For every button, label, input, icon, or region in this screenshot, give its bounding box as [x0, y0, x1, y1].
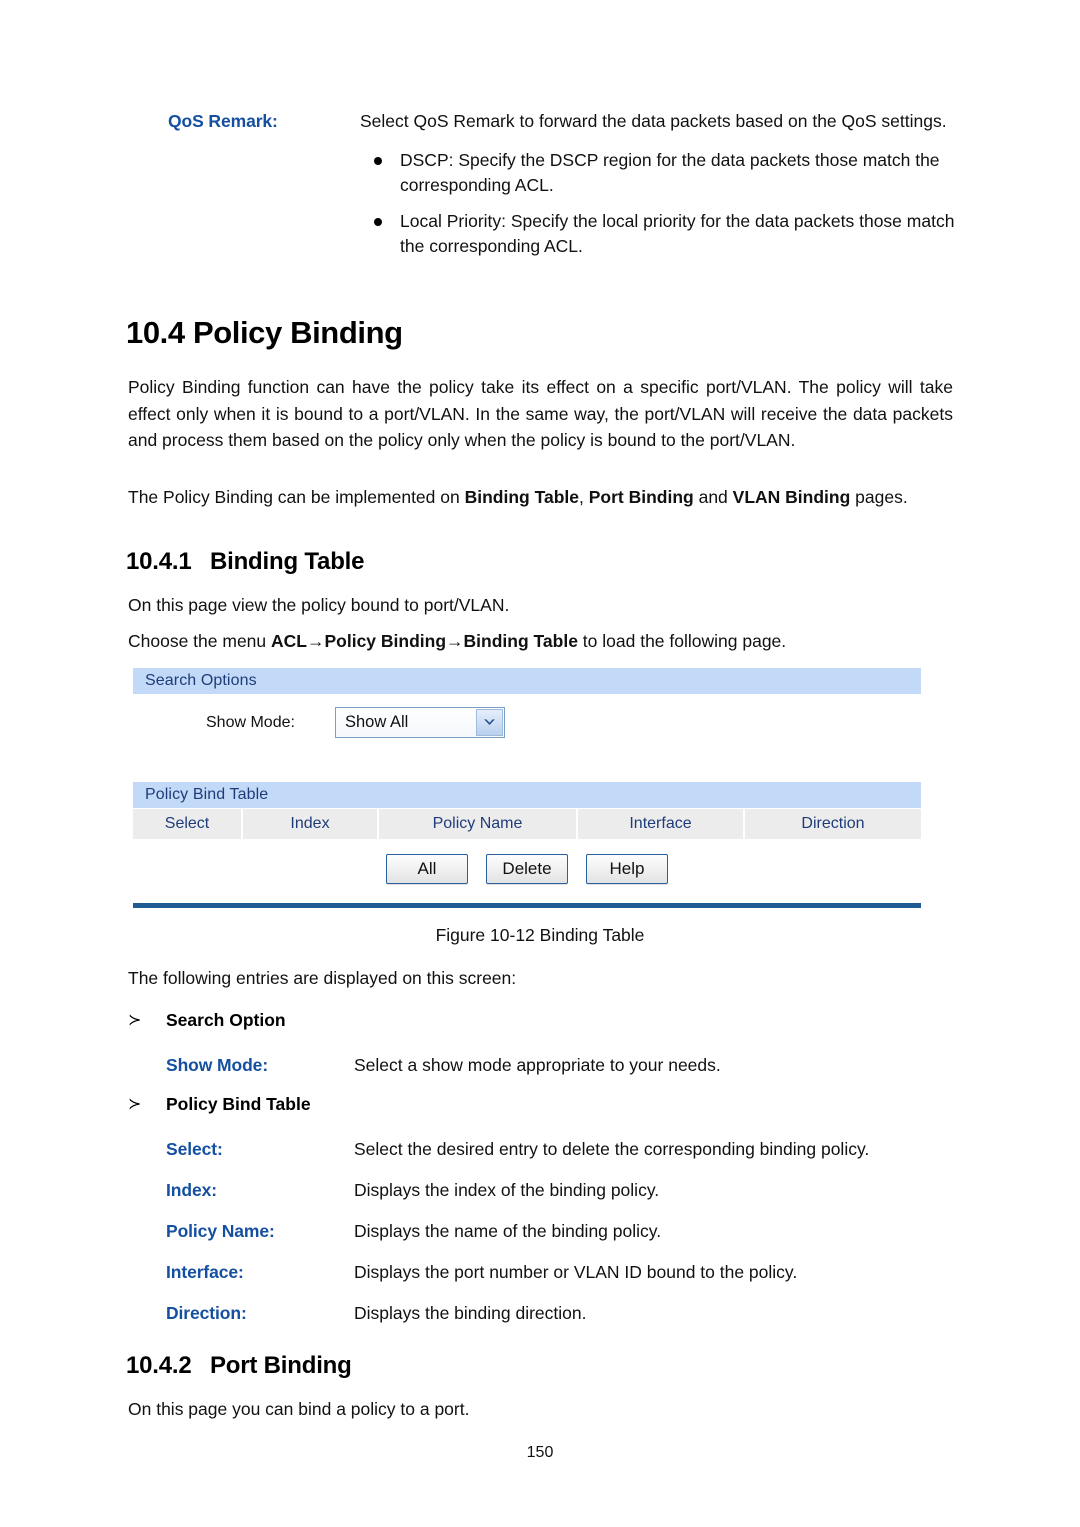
page-number: 150 [526, 1444, 554, 1461]
device-ui-screenshot: Search Options Show Mode: Show All Polic… [133, 668, 921, 908]
bullet-text: Local Priority: Specify the local priori… [400, 211, 955, 256]
arrow-marker-icon: ≻ [128, 1012, 142, 1029]
delete-button[interactable]: Delete [486, 854, 568, 884]
help-button[interactable]: Help [586, 854, 668, 884]
impl-text-e: and [693, 487, 733, 507]
subsection-title: Binding Table [210, 548, 365, 575]
implemented-on-paragraph: The Policy Binding can be implemented on… [128, 484, 954, 511]
column-header-policy-name[interactable]: Policy Name [379, 809, 578, 839]
menu-path-paragraph: Choose the menu ACL→Policy Binding→Bindi… [128, 628, 786, 655]
column-header-interface[interactable]: Interface [578, 809, 745, 839]
section-intro-paragraph: Policy Binding function can have the pol… [128, 377, 953, 450]
search-options-panel-header: Search Options [133, 668, 921, 694]
list-item: Local Priority: Specify the local priori… [360, 209, 960, 259]
definition-body-qos-remark: Select QoS Remark to forward the data pa… [360, 108, 960, 270]
menu-arrow-2-icon: → [446, 631, 464, 651]
search-options-panel-body: Show Mode: Show All [133, 694, 921, 766]
show-mode-selected-value: Show All [345, 713, 409, 731]
group-title: Search Option [166, 1010, 286, 1030]
definition-desc-interface: Displays the port number or VLAN ID boun… [354, 1262, 798, 1282]
impl-text-a: The Policy Binding can be implemented on [128, 487, 465, 507]
port-binding-paragraph: On this page you can bind a policy to a … [128, 1399, 470, 1419]
definition-label-show-mode: Show Mode: [166, 1055, 269, 1075]
binding-table-view-paragraph: On this page view the policy bound to po… [128, 595, 510, 615]
all-button[interactable]: All [386, 854, 468, 884]
definition-row-direction: Direction: Displays the binding directio… [166, 1300, 966, 1326]
group-title: Policy Bind Table [166, 1094, 311, 1114]
figure-caption: Figure 10-12 Binding Table [435, 925, 645, 945]
panel-gap [133, 766, 921, 782]
definition-desc-direction: Displays the binding direction. [354, 1303, 587, 1323]
impl-binding-table: Binding Table [464, 487, 579, 507]
qos-remark-bullet-list: DSCP: Specify the DSCP region for the da… [360, 148, 960, 259]
menu-binding-table: Binding Table [463, 631, 578, 651]
bullet-text: DSCP: Specify the DSCP region for the da… [400, 150, 940, 195]
definition-label-select: Select: [166, 1139, 223, 1159]
column-header-index[interactable]: Index [243, 809, 379, 839]
impl-text-g: pages. [850, 487, 908, 507]
menu-arrow-1-icon: → [306, 631, 325, 651]
group-heading-policy-bind-table: ≻ Policy Bind Table [128, 1094, 311, 1115]
definition-label-direction: Direction: [166, 1303, 247, 1323]
definition-label-interface: Interface: [166, 1262, 244, 1282]
menu-acl: ACL [271, 631, 307, 651]
definition-row-select: Select: Select the desired entry to dele… [166, 1136, 966, 1162]
column-header-select[interactable]: Select [133, 809, 243, 839]
bullet-dot-icon [374, 218, 382, 226]
menu-policy-binding: Policy Binding [324, 631, 447, 651]
definition-desc-select: Select the desired entry to delete the c… [354, 1139, 870, 1159]
definition-desc-index: Displays the index of the binding policy… [354, 1180, 660, 1200]
definition-row-interface: Interface: Displays the port number or V… [166, 1259, 966, 1285]
definition-label-qos-remark: QoS Remark: [168, 111, 278, 131]
show-mode-select[interactable]: Show All [335, 707, 505, 738]
impl-vlan-binding: VLAN Binding [732, 487, 851, 507]
definition-label-index: Index: [166, 1180, 217, 1200]
document-page: QoS Remark: Select QoS Remark to forward… [0, 0, 1080, 1527]
subsection-title: Port Binding [210, 1352, 352, 1379]
qos-remark-intro-text: Select QoS Remark to forward the data pa… [360, 111, 947, 131]
arrow-marker-icon: ≻ [128, 1096, 142, 1113]
table-header-row: Select Index Policy Name Interface Direc… [133, 808, 921, 839]
menu-text-g: to load the following page. [577, 631, 787, 651]
chevron-down-icon[interactable] [476, 709, 503, 736]
policy-bind-table: Policy Bind Table Select Index Policy Na… [133, 782, 921, 891]
table-action-buttons: All Delete Help [133, 839, 921, 891]
page-title: 10.4 Policy Binding [126, 315, 403, 350]
subsection-heading-port-binding: 10.4.2 Port Binding [126, 1352, 352, 1380]
definition-desc-policy-name: Displays the name of the binding policy. [354, 1221, 662, 1241]
entries-intro-paragraph: The following entries are displayed on t… [128, 968, 517, 988]
column-header-direction[interactable]: Direction [745, 809, 921, 839]
group-heading-search-option: ≻ Search Option [128, 1010, 286, 1031]
subsection-number: 10.4.1 [126, 548, 192, 575]
definition-row-show-mode: Show Mode: Select a show mode appropriat… [166, 1052, 956, 1078]
bullet-dot-icon [374, 157, 382, 165]
policy-bind-table-panel-header: Policy Bind Table [133, 782, 921, 808]
list-item: DSCP: Specify the DSCP region for the da… [360, 148, 960, 198]
impl-port-binding: Port Binding [588, 487, 694, 507]
subsection-number: 10.4.2 [126, 1352, 192, 1379]
show-mode-label: Show Mode: [206, 714, 295, 731]
definition-desc-show-mode: Select a show mode appropriate to your n… [354, 1055, 721, 1075]
subsection-heading-binding-table: 10.4.1 Binding Table [126, 548, 364, 576]
definition-label-policy-name: Policy Name: [166, 1221, 275, 1241]
figure-bottom-divider [133, 903, 921, 908]
menu-text-a: Choose the menu [128, 631, 272, 651]
impl-text-c: , [579, 487, 589, 507]
definition-row-qos-remark: QoS Remark: Select QoS Remark to forward… [168, 108, 963, 270]
definition-row-policy-name: Policy Name: Displays the name of the bi… [166, 1218, 966, 1244]
definition-row-index: Index: Displays the index of the binding… [166, 1177, 966, 1203]
